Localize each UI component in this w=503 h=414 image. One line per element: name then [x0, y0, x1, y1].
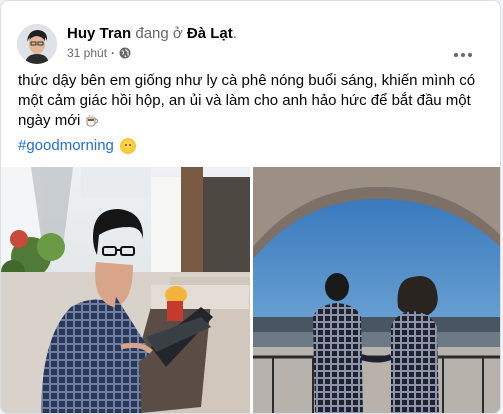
post-header: Huy Tran đang ở Đà Lạt. 31 phút ·	[17, 15, 490, 64]
more-options-button[interactable]	[450, 45, 476, 65]
hot-beverage-icon	[85, 114, 99, 127]
author-line: Huy Tran đang ở Đà Lạt.	[67, 25, 237, 42]
hashtag-link[interactable]: #goodmorning	[18, 137, 136, 154]
post-time[interactable]: 31 phút	[67, 46, 107, 60]
location-prefix: đang ở	[135, 25, 183, 42]
photo-grid	[1, 167, 500, 413]
photo-man-at-laptop[interactable]	[1, 167, 250, 413]
hashtag-text[interactable]: #goodmorning	[18, 137, 114, 154]
post-card: Huy Tran đang ở Đà Lạt. 31 phút · thức d…	[0, 0, 501, 414]
post-text: thức dậy bên em giống như ly cà phê nóng…	[18, 71, 488, 131]
location-name[interactable]: Đà Lạt	[187, 25, 233, 42]
globe-icon[interactable]	[119, 47, 131, 59]
author-name[interactable]: Huy Tran	[67, 25, 131, 42]
avatar[interactable]	[17, 24, 57, 64]
more-dots-icon	[454, 53, 458, 57]
location-suffix: .	[232, 25, 237, 42]
photo-couple-on-balcony[interactable]	[253, 167, 500, 413]
post-meta: 31 phút ·	[67, 46, 131, 60]
meta-separator: ·	[111, 46, 116, 60]
smiling-sun-icon	[119, 137, 136, 154]
